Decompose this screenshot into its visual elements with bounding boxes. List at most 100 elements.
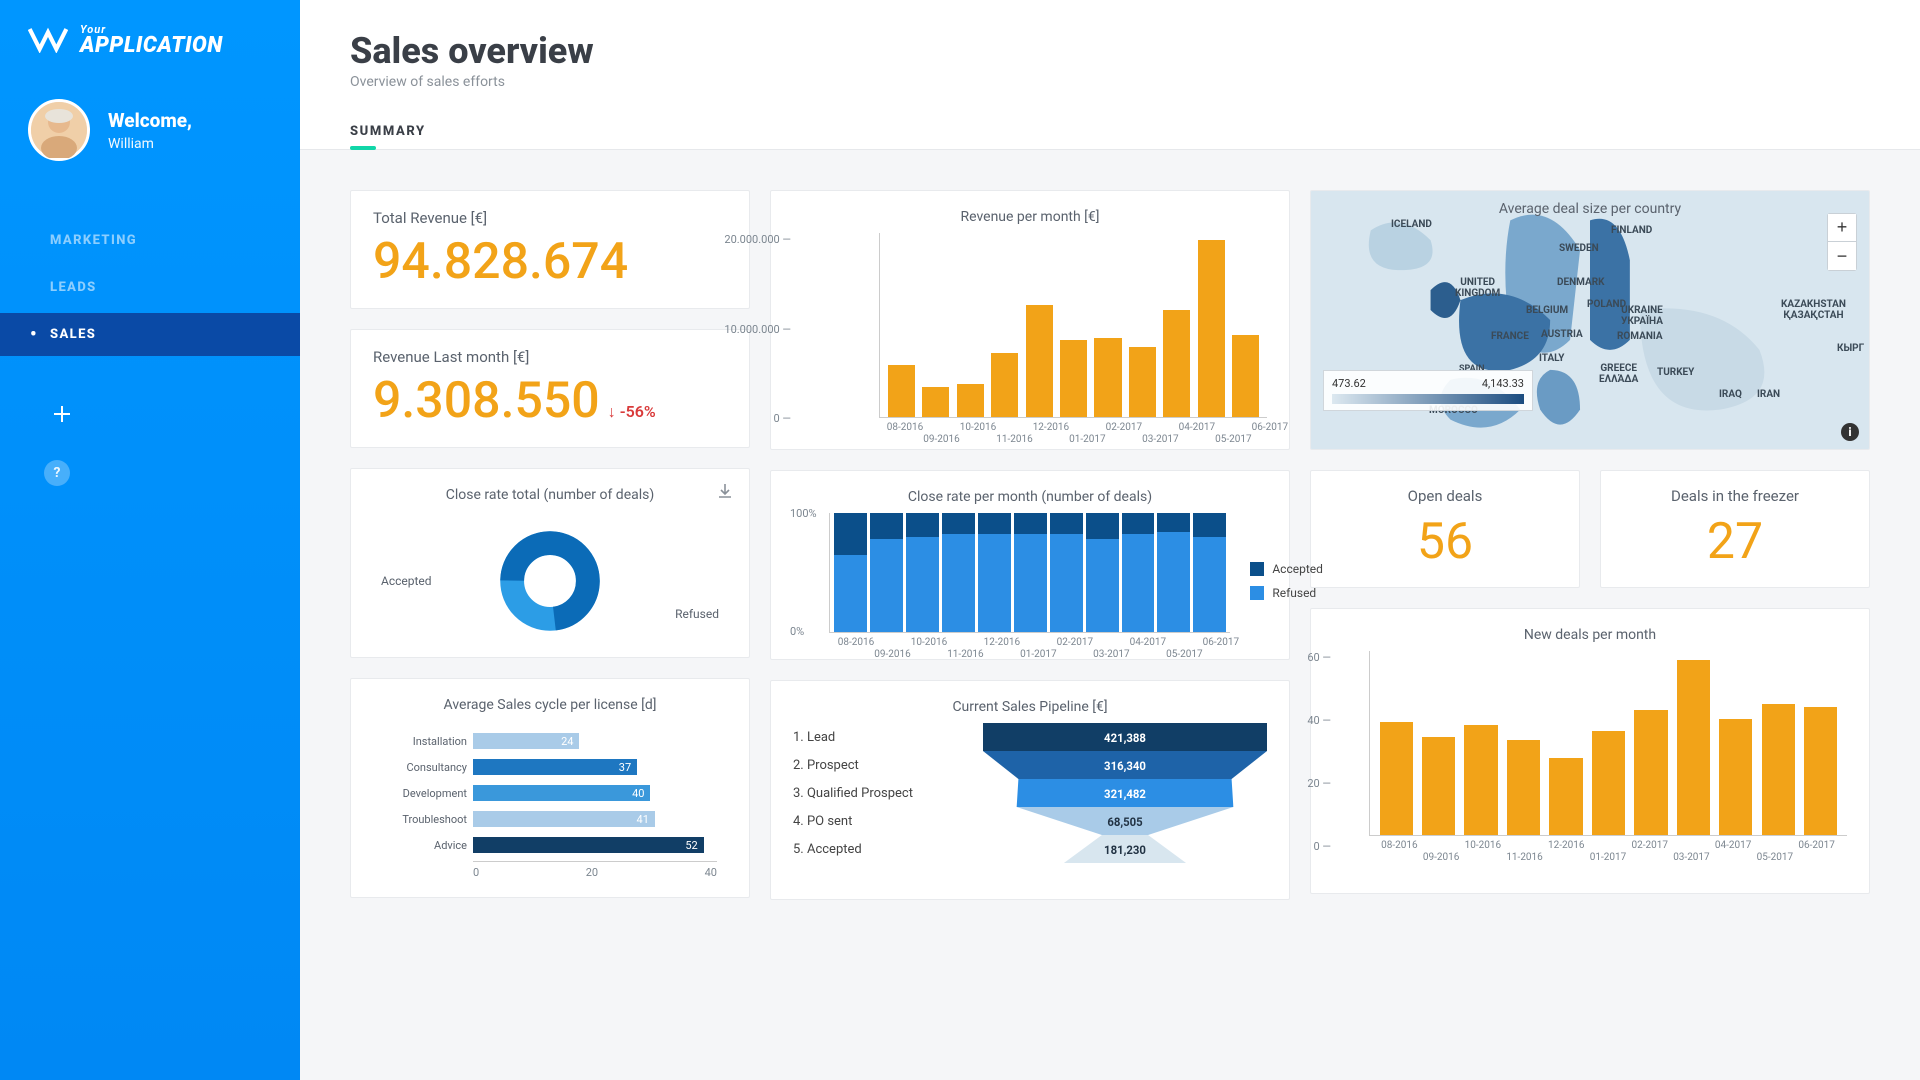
card-new-deals: New deals per month 60 —40 —20 —0 — 08-2…: [1310, 608, 1870, 894]
map-legend: 473.624,143.33: [1323, 370, 1533, 411]
stack-col[interactable]: [1050, 513, 1083, 632]
card-total-revenue: Total Revenue [€] 94.828.674: [350, 190, 750, 309]
bar[interactable]: [1129, 347, 1156, 417]
rev-lastmonth-delta: ↓ -56%: [608, 402, 656, 422]
total-revenue-value: 94.828.674: [373, 235, 727, 290]
bar[interactable]: [1198, 240, 1225, 417]
bar[interactable]: [1634, 710, 1667, 835]
card-revenue-last-month: Revenue Last month [€] 9.308.550 ↓ -56%: [350, 329, 750, 448]
bar[interactable]: [1804, 707, 1837, 835]
close-rate-total-title: Close rate total (number of deals): [373, 487, 727, 503]
add-button[interactable]: [44, 396, 80, 432]
bar[interactable]: [888, 365, 915, 417]
bar[interactable]: [1422, 737, 1455, 835]
newdeals-x-axis: 08-201609-201610-201611-201612-201601-20…: [1369, 836, 1847, 851]
freezer-title: Deals in the freezer: [1617, 487, 1853, 505]
arrow-down-icon: ↓: [608, 402, 616, 421]
user-name: William: [108, 136, 192, 152]
donut-label-refused: Refused: [675, 607, 719, 621]
bar[interactable]: [1592, 731, 1625, 835]
stack-col[interactable]: [942, 513, 975, 632]
bar[interactable]: [1060, 340, 1087, 417]
freezer-value: 27: [1617, 513, 1853, 571]
bar[interactable]: [1677, 660, 1710, 835]
rev-bars: [879, 233, 1267, 418]
swatch-accepted: [1250, 562, 1264, 576]
svg-text:421,388: 421,388: [1104, 731, 1146, 745]
rev-x-axis: 08-201609-201610-201611-201612-201601-20…: [879, 418, 1267, 433]
bar[interactable]: [1380, 722, 1413, 835]
card-close-rate-total: Close rate total (number of deals) Accep…: [350, 468, 750, 658]
bar[interactable]: [1232, 335, 1259, 417]
bar[interactable]: [1464, 725, 1497, 835]
card-revenue-per-month: Revenue per month [€] 20.000.000 —10.000…: [770, 190, 1290, 450]
hbar[interactable]: 41: [473, 811, 655, 827]
close-rate-legend: Accepted Refused: [1250, 562, 1323, 600]
hbar[interactable]: 24: [473, 733, 579, 749]
header: Sales overview Overview of sales efforts…: [300, 0, 1920, 150]
bar[interactable]: [957, 384, 984, 417]
welcome-label: Welcome,: [108, 109, 192, 132]
svg-text:181,230: 181,230: [1104, 843, 1146, 857]
plus-icon: [52, 404, 72, 424]
sidebar: Your APPLICATION Welcome, William MARKET…: [0, 0, 300, 1080]
nav: MARKETING LEADS SALES: [0, 219, 300, 356]
map-zoom-in-button[interactable]: +: [1828, 214, 1856, 242]
nav-item-sales[interactable]: SALES: [0, 313, 300, 356]
stack-col[interactable]: [1086, 513, 1119, 632]
hbar[interactable]: 37: [473, 759, 637, 775]
open-deals-value: 56: [1327, 513, 1563, 571]
page-title: Sales overview: [350, 30, 1870, 72]
hbar-chart: Installation24Consultancy37Development40…: [373, 721, 727, 879]
download-icon[interactable]: [717, 483, 733, 503]
stack-col[interactable]: [870, 513, 903, 632]
funnel-stage-labels: 1. Lead2. Prospect3. Qualified Prospect4…: [793, 723, 963, 863]
donut-chart: [500, 531, 600, 631]
tab-summary[interactable]: SUMMARY: [350, 114, 426, 149]
rev-month-title: Revenue per month [€]: [793, 209, 1267, 225]
stack-col[interactable]: [1193, 513, 1226, 632]
stack-x-axis: 08-201609-201610-201611-201612-201601-20…: [829, 633, 1230, 648]
nav-item-marketing[interactable]: MARKETING: [0, 219, 300, 262]
bar[interactable]: [1719, 719, 1752, 835]
stack-col[interactable]: [834, 513, 867, 632]
tabs: SUMMARY: [350, 114, 1870, 149]
stack-col[interactable]: [1014, 513, 1047, 632]
stack-col[interactable]: [1157, 513, 1190, 632]
map-attribution-icon[interactable]: i: [1841, 423, 1859, 441]
newdeals-bars: [1369, 651, 1847, 836]
svg-text:316,340: 316,340: [1104, 759, 1146, 773]
stack-col[interactable]: [1122, 513, 1155, 632]
rev-lastmonth-title: Revenue Last month [€]: [373, 348, 727, 366]
map-title: Average deal size per country: [1311, 201, 1869, 217]
bar[interactable]: [1094, 338, 1121, 417]
pipeline-title: Current Sales Pipeline [€]: [793, 699, 1267, 715]
bar[interactable]: [1549, 758, 1582, 835]
bar[interactable]: [1762, 704, 1795, 835]
bar[interactable]: [1507, 740, 1540, 835]
main: Sales overview Overview of sales efforts…: [300, 0, 1920, 1080]
card-open-deals: Open deals 56: [1310, 470, 1580, 588]
bar[interactable]: [1163, 310, 1190, 417]
bar[interactable]: [922, 387, 949, 417]
avatar[interactable]: [28, 99, 90, 161]
card-close-rate-month: Close rate per month (number of deals) 1…: [770, 470, 1290, 660]
bar[interactable]: [1026, 305, 1053, 417]
svg-text:321,482: 321,482: [1104, 787, 1146, 801]
stack-col[interactable]: [906, 513, 939, 632]
avg-cycle-title: Average Sales cycle per license [d]: [373, 697, 727, 713]
bar[interactable]: [991, 353, 1018, 417]
logo: Your APPLICATION: [0, 0, 300, 77]
hbar[interactable]: 40: [473, 785, 650, 801]
user-block: Welcome, William: [0, 77, 300, 205]
svg-text:68,505: 68,505: [1107, 815, 1143, 829]
nav-item-leads[interactable]: LEADS: [0, 266, 300, 309]
hbar[interactable]: 52: [473, 837, 704, 853]
map-zoom-out-button[interactable]: −: [1828, 242, 1856, 270]
stack-chart: 100%0%: [829, 513, 1230, 633]
logo-icon: [28, 25, 68, 57]
donut-label-accepted: Accepted: [381, 574, 432, 588]
rev-y-axis: 20.000.000 —10.000.000 —0 —: [711, 233, 791, 425]
stack-col[interactable]: [978, 513, 1011, 632]
help-button[interactable]: ?: [44, 460, 70, 486]
